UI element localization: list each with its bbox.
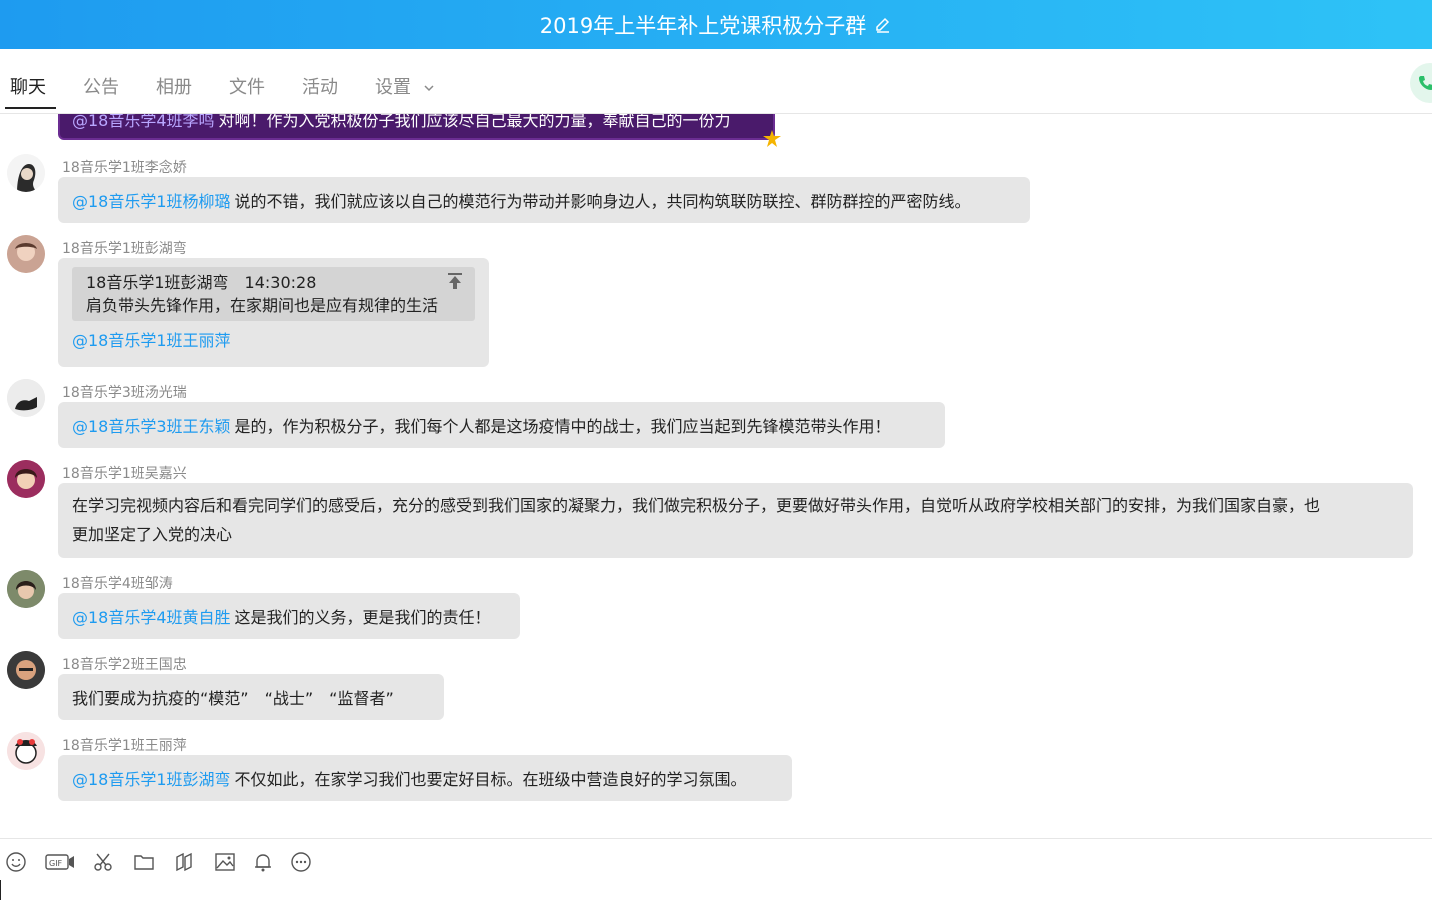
message-text: 说的不错，我们就应该以自己的模范行为带动并影响身边人，共同构筑联防联控、群防群控…	[234, 192, 971, 211]
avatar[interactable]	[7, 570, 45, 608]
mention-link[interactable]: @18音乐学1班杨柳璐	[72, 192, 231, 211]
sender-name: 18音乐学1班王丽萍	[62, 738, 187, 754]
sender-name: 18音乐学1班吴嘉兴	[62, 466, 187, 482]
sparkle-icon	[763, 130, 781, 147]
emoji-icon[interactable]	[5, 851, 27, 873]
edit-icon[interactable]	[874, 16, 892, 34]
input-toolbar: GIF	[0, 838, 1432, 883]
avatar[interactable]	[7, 379, 45, 417]
chat-message-list[interactable]: @18音乐学4班李鸣 对啊！作为入党积极份子我们应该尽自己最大的力量，奉献自己的一…	[0, 114, 1432, 838]
active-tab-indicator	[5, 107, 56, 109]
message-bubble-with-quote: 18音乐学1班彭湖弯 14:30:28 肩负带头先锋作用，在家期间也是应有规律的…	[58, 258, 489, 367]
message-text: 这是我们的义务，更是我们的责任！	[234, 608, 491, 627]
mention-link[interactable]: @18音乐学4班李鸣	[72, 114, 215, 130]
message-bubble-special: @18音乐学4班李鸣 对啊！作为入党积极份子我们应该尽自己最大的力量，奉献自己的一…	[58, 114, 775, 140]
tab-activity[interactable]: 活动	[302, 73, 338, 99]
gif-icon[interactable]: GIF	[45, 851, 75, 873]
avatar[interactable]	[7, 235, 45, 273]
quote-text: 肩负带头先锋作用，在家期间也是应有规律的生活	[86, 296, 439, 315]
quote-header: 18音乐学1班彭湖弯 14:30:28	[86, 273, 317, 292]
tab-announcement[interactable]: 公告	[83, 73, 119, 99]
scissors-icon[interactable]	[92, 851, 114, 873]
window-title-bar: 2019年上半年补上党课积极分子群	[0, 0, 1432, 49]
sender-name: 18音乐学3班汤光瑞	[62, 385, 187, 401]
folder-icon[interactable]	[133, 851, 155, 873]
message-text: 更加坚定了入党的决心	[72, 525, 233, 544]
message-bubble: @18音乐学4班黄自胜 这是我们的义务，更是我们的责任！	[58, 593, 520, 639]
sender-name: 18音乐学4班邹涛	[62, 576, 173, 592]
mention-link[interactable]: @18音乐学1班王丽萍	[72, 331, 231, 350]
sticker-icon[interactable]	[174, 851, 196, 873]
sender-name: 18音乐学1班彭湖弯	[62, 241, 187, 257]
tab-settings-label: 设置	[375, 77, 411, 98]
svg-text:GIF: GIF	[49, 859, 63, 868]
message-bubble: @18音乐学1班彭湖弯 不仅如此，在家学习我们也要定好目标。在班级中营造良好的学习…	[58, 755, 792, 801]
message-text: 是的，作为积极分子，我们每个人都是这场疫情中的战士，我们应当起到先锋模范带头作用…	[234, 417, 891, 436]
message-bubble: 在学习完视频内容后和看完同学们的感受后，充分的感受到我们国家的凝聚力，我们做完积…	[58, 483, 1413, 558]
sender-name: 18音乐学1班李念娇	[62, 160, 187, 176]
message-text: 对啊！作为入党积极份子我们应该尽自己最大的力量，奉献自己的一份力	[218, 114, 731, 130]
avatar[interactable]	[7, 651, 45, 689]
group-title: 2019年上半年补上党课积极分子群	[539, 13, 867, 38]
text-input-cursor[interactable]	[0, 880, 1, 900]
tab-files[interactable]: 文件	[229, 73, 265, 99]
image-icon[interactable]	[214, 851, 236, 873]
pin-to-top-icon[interactable]	[447, 272, 463, 290]
chevron-down-icon	[424, 85, 434, 92]
sender-name: 18音乐学2班王国忠	[62, 657, 187, 673]
tab-bar: 聊天 公告 相册 文件 活动 设置	[0, 49, 1432, 114]
mention-link[interactable]: @18音乐学1班彭湖弯	[72, 770, 231, 789]
mention-link[interactable]: @18音乐学3班王东颖	[72, 417, 231, 436]
message-bubble: @18音乐学1班杨柳璐 说的不错，我们就应该以自己的模范行为带动并影响身边人，共同…	[58, 177, 1030, 223]
avatar[interactable]	[7, 460, 45, 498]
tab-settings[interactable]: 设置	[375, 73, 435, 99]
message-bubble: @18音乐学3班王东颖 是的，作为积极分子，我们每个人都是这场疫情中的战士，我们应…	[58, 402, 945, 448]
message-bubble: 我们要成为抗疫的“模范” “战士” “监督者”	[58, 674, 444, 720]
phone-icon	[1419, 76, 1432, 90]
quoted-message[interactable]: 18音乐学1班彭湖弯 14:30:28 肩负带头先锋作用，在家期间也是应有规律的…	[72, 267, 475, 321]
tab-chat[interactable]: 聊天	[10, 73, 46, 99]
mention-link[interactable]: @18音乐学4班黄自胜	[72, 608, 231, 627]
avatar[interactable]	[7, 732, 45, 770]
tab-album[interactable]: 相册	[156, 73, 192, 99]
avatar[interactable]	[7, 154, 45, 192]
phone-call-button[interactable]	[1410, 63, 1432, 103]
bell-icon[interactable]	[252, 851, 274, 873]
more-icon[interactable]	[290, 851, 312, 873]
message-text: 不仅如此，在家学习我们也要定好目标。在班级中营造良好的学习氛围。	[234, 770, 747, 789]
message-text: 在学习完视频内容后和看完同学们的感受后，充分的感受到我们国家的凝聚力，我们做完积…	[72, 496, 1321, 515]
message-text: 我们要成为抗疫的“模范” “战士” “监督者”	[72, 689, 394, 708]
